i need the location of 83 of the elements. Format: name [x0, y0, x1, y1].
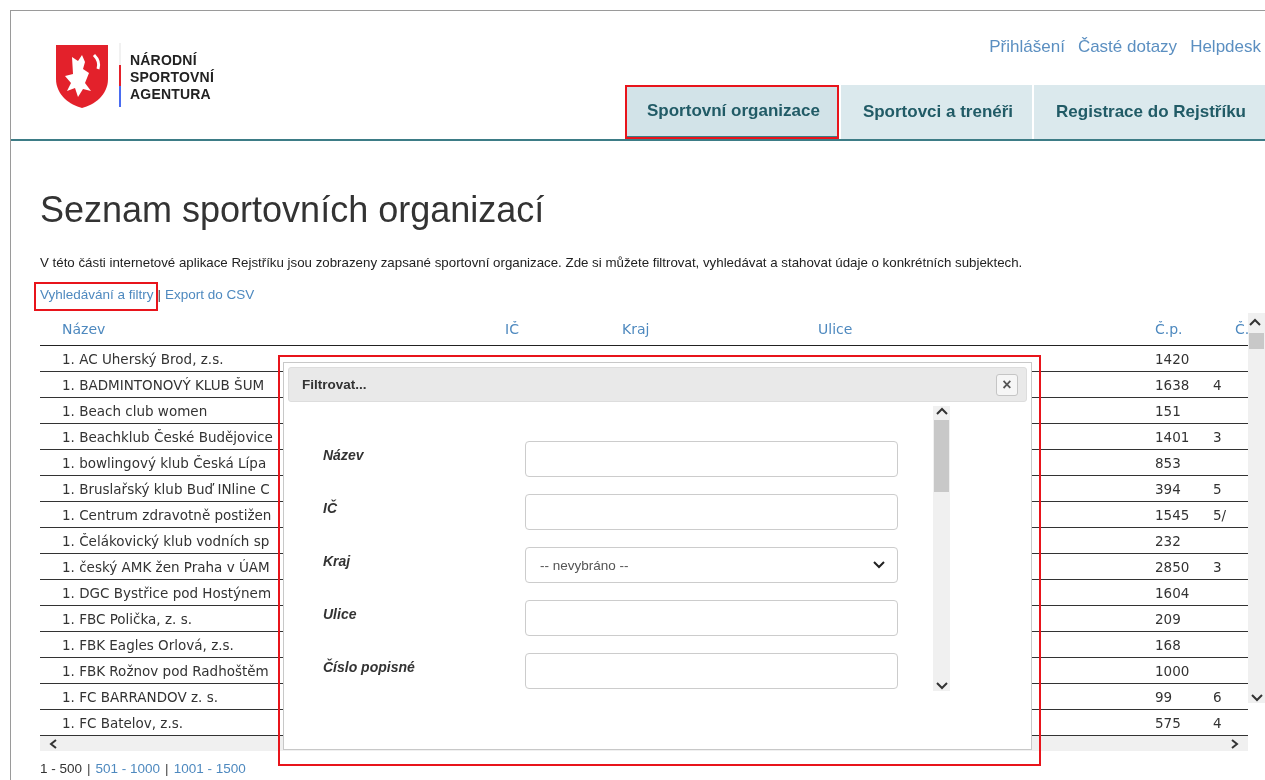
action-link[interactable]: Vyhledávání a filtry: [40, 284, 154, 305]
table-cell: 6: [1213, 688, 1222, 705]
column-header[interactable]: Č.p.: [1133, 321, 1213, 345]
field-label: Číslo popisné: [323, 657, 416, 675]
table-cell: 5/: [1213, 506, 1227, 523]
table-cell-text: 1. DGC Bystřice pod Hostýnem: [61, 584, 272, 601]
select-field[interactable]: -- nevybráno --: [525, 547, 898, 583]
input-field[interactable]: [525, 600, 898, 636]
field-label: Ulice: [323, 605, 358, 622]
header-link[interactable]: Helpdesk: [1190, 37, 1261, 59]
table-cell-text: 1. Čelákovický klub vodních sp: [61, 532, 270, 549]
table-cell-text: 1. FBK Eagles Orlová, z.s.: [61, 636, 234, 653]
table-cell-text: 1638: [1154, 376, 1190, 393]
header-link[interactable]: Přihlášení: [989, 37, 1065, 59]
page-title: Seznam sportovních organizací: [40, 189, 546, 231]
page-link[interactable]: 501 - 1000: [95, 761, 161, 776]
scroll-down-icon[interactable]: [1250, 693, 1263, 703]
input-field[interactable]: [525, 494, 898, 530]
lion-shield-logo-icon: [54, 43, 110, 109]
table-cell-text: 1. bowlingový klub Česká Lípa: [61, 454, 267, 471]
table-cell-text: 1000: [1154, 662, 1190, 679]
nav-tab[interactable]: Sportovní organizace: [625, 85, 839, 139]
column-header[interactable]: Kraj: [600, 321, 796, 345]
dialog-title: Filtrovat...: [302, 377, 367, 392]
input-field[interactable]: [525, 441, 898, 477]
vertical-scrollbar[interactable]: [1248, 313, 1265, 703]
table-cell-text: 1401: [1154, 428, 1190, 445]
table-cell-text: 1. Beachklub České Budějovice: [61, 428, 273, 445]
page-link[interactable]: 1 - 500: [40, 761, 83, 776]
action-link[interactable]: Export do CSV: [165, 284, 255, 305]
scrollbar-thumb[interactable]: [1249, 333, 1264, 349]
table-cell-text: 2850: [1154, 558, 1190, 575]
table-cell: 4: [1213, 714, 1222, 731]
column-header[interactable]: Název: [40, 321, 483, 345]
table-cell-text: 1. Beach club women: [61, 402, 208, 419]
separator-text: |: [157, 287, 162, 302]
dialog-scrollbar[interactable]: [933, 406, 950, 691]
input-field[interactable]: [525, 653, 898, 689]
column-header[interactable]: IČ: [483, 321, 600, 345]
column-header[interactable]: Č.: [1213, 321, 1248, 345]
table-cell-text: 151: [1154, 402, 1181, 419]
table-cell-text: 853: [1154, 454, 1181, 471]
table-cell-text: 1420: [1154, 350, 1190, 367]
table-cell-text: 1. český AMK žen Praha v ÚAM: [61, 558, 270, 575]
separator-text: |: [87, 761, 91, 776]
scroll-up-icon[interactable]: [935, 406, 948, 416]
table-cell-text: 1. Centrum zdravotně postižen: [61, 506, 272, 523]
table-cell-text: 99: [1154, 688, 1173, 705]
field-label: Kraj: [323, 552, 352, 569]
table-cell-text: 232: [1154, 532, 1181, 549]
table-cell: 3: [1213, 558, 1222, 575]
table-cell-text: 394: [1154, 480, 1181, 497]
table-cell-text: 575: [1154, 714, 1181, 731]
table-cell-text: 1. Bruslařský klub Buď INline C: [61, 480, 270, 497]
page-link[interactable]: 1001 - 1500: [173, 761, 246, 776]
table-cell-text: 1. FBK Rožnov pod Radhoštěm: [61, 662, 269, 679]
table-cell-text: 1. FC BARRANDOV z. s.: [61, 688, 218, 705]
separator-text: |: [165, 761, 169, 776]
field-label: Název: [323, 446, 365, 463]
header-link[interactable]: Časté dotazy: [1077, 37, 1178, 59]
nav-tab[interactable]: Registrace do Rejstříku: [1034, 85, 1265, 139]
table-cell-text: 1604: [1154, 584, 1190, 601]
table-cell-text: 1. BADMINTONOVÝ KLUB ŠUM: [61, 376, 265, 393]
table-cell: 5: [1213, 480, 1222, 497]
column-header[interactable]: Ulice: [796, 321, 1133, 345]
table-cell-text: 1. FC Batelov, z.s.: [61, 714, 184, 731]
field-label: IČ: [323, 498, 338, 516]
table-cell-text: 168: [1154, 636, 1181, 653]
description-text: V této části internetové aplikace Rejstříku jsou zobrazeny zapsané sportovní organizace. Zde si můžete filtrovat, vyhledávat a stahovat údaje o konkrétních subjektech.: [40, 255, 1024, 270]
nav-tab[interactable]: Sportovci a trenéři: [840, 85, 1033, 139]
divider-line-icon: [118, 43, 122, 107]
table-cell-text: 1. FBC Polička, z. s.: [61, 610, 192, 627]
table-cell-text: 1545: [1154, 506, 1190, 523]
close-button[interactable]: ×: [996, 373, 1018, 396]
scrollbar-thumb[interactable]: [934, 420, 949, 492]
scroll-up-icon[interactable]: [1249, 317, 1261, 327]
table-cell: 4: [1213, 376, 1222, 393]
scroll-down-icon[interactable]: [935, 681, 948, 691]
table-cell-text: 209: [1154, 610, 1181, 627]
table-cell: 3: [1213, 428, 1222, 445]
chevron-down-icon: [873, 561, 885, 569]
table-cell-text: 1. AC Uherský Brod, z.s.: [61, 350, 224, 367]
logo-text: NÁRODNÍ SPORTOVNÍ AGENTURA: [130, 51, 214, 103]
